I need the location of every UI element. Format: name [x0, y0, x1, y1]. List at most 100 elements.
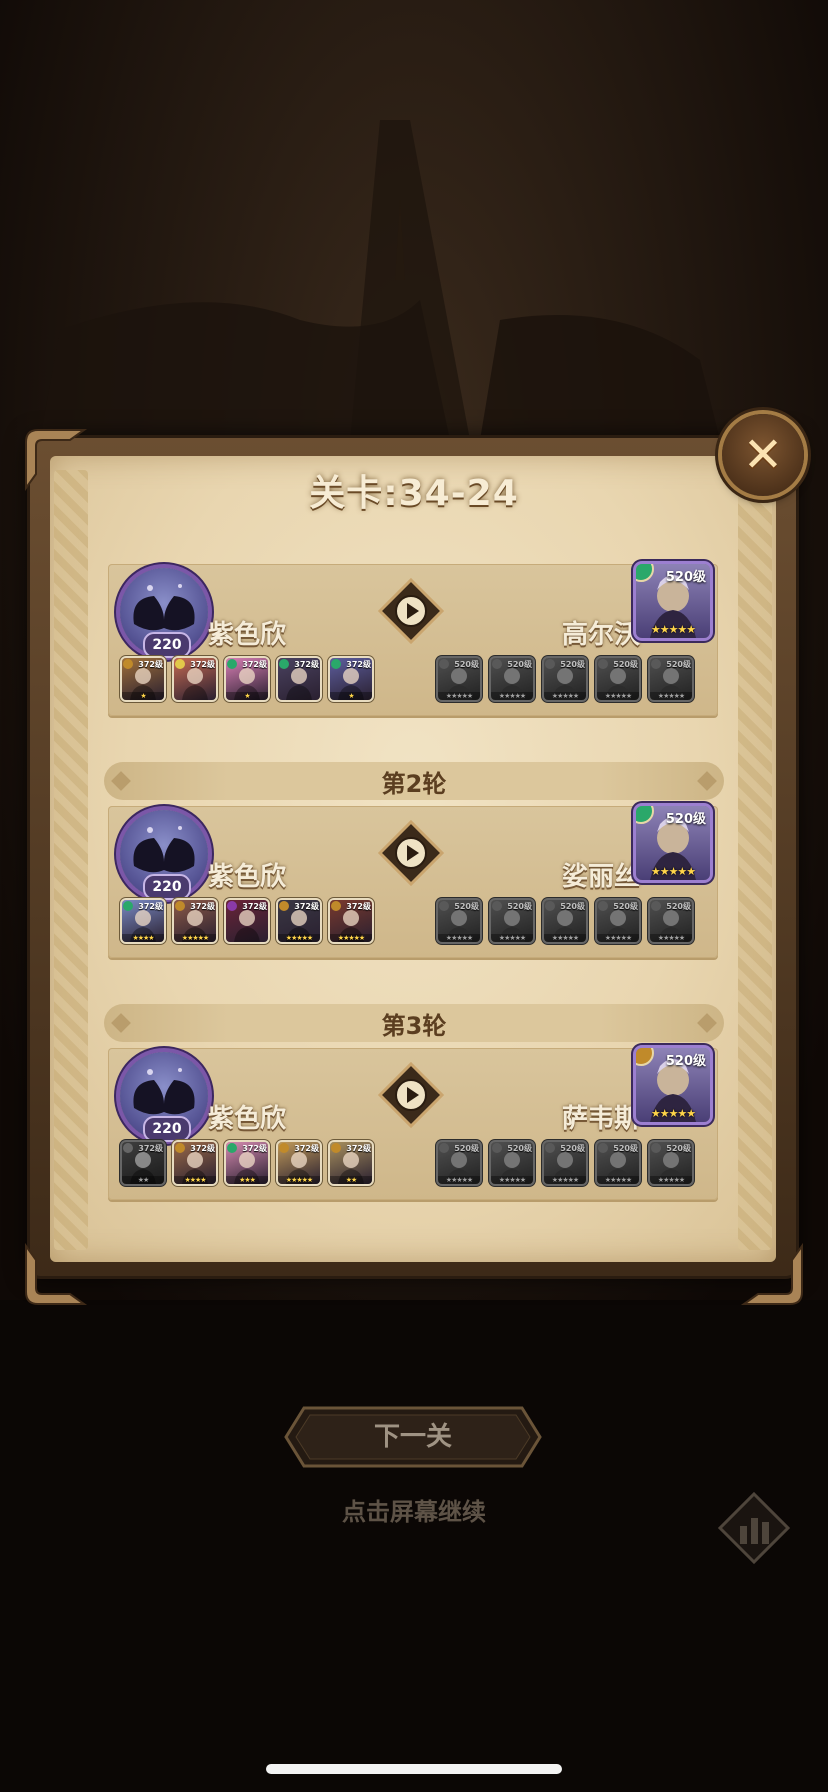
enemy-hero-slot[interactable]: 520级 ★★★★★	[597, 1142, 639, 1184]
hero-stars: ★★★★★	[174, 934, 216, 942]
battle-result-screen[interactable]: 关卡:34-24 ✕ 220 紫色欣 高尔沃 520级 ★★★★★ 372级 ★ 372级 37…	[0, 0, 828, 1792]
hero-faction-icon	[331, 659, 341, 669]
hero-level: 520级	[560, 902, 585, 911]
enemy-hero-slot[interactable]: 520级 ★★★★★	[438, 658, 480, 700]
enemy-level: 520级	[665, 1054, 706, 1069]
hero-faction-icon	[123, 659, 133, 669]
hero-stars: ★★★★★	[650, 692, 692, 700]
player-hero-slot[interactable]: 372级	[226, 900, 268, 942]
hero-stars: ★★★★	[122, 934, 164, 942]
hero-faction-icon	[175, 901, 185, 911]
enemy-portrait[interactable]: 520级 ★★★★★	[636, 564, 710, 638]
hero-stars: ★★	[330, 1176, 372, 1184]
enemy-hero-slot[interactable]: 520级 ★★★★★	[650, 658, 692, 700]
player-hero-slot[interactable]: 372级 ★	[226, 658, 268, 700]
round-label: 第2轮	[381, 769, 447, 798]
hero-faction-icon	[598, 1143, 608, 1153]
hero-level: 372级	[190, 902, 215, 911]
hero-faction-icon	[227, 1143, 237, 1153]
enemy-stars: ★★★★★	[650, 865, 696, 878]
enemy-hero-slot[interactable]: 520级 ★★★★★	[544, 658, 586, 700]
replay-button[interactable]	[377, 1061, 445, 1129]
hero-faction-icon	[331, 901, 341, 911]
enemy-hero-slot[interactable]: 520级 ★★★★★	[491, 900, 533, 942]
close-icon: ✕	[742, 427, 784, 483]
panel-ornament-left	[54, 470, 88, 1250]
player-hero-slot[interactable]: 372级 ★★★★★	[174, 900, 216, 942]
player-hero-slot[interactable]: 372级	[278, 658, 320, 700]
battle-stats-button[interactable]	[716, 1490, 792, 1566]
enemy-hero-slot[interactable]: 520级 ★★★★★	[491, 658, 533, 700]
stage-title: 关卡:34-24	[309, 473, 519, 514]
player-hero-slot[interactable]: 372级 ★★★★★	[278, 900, 320, 942]
enemy-hero-slot[interactable]: 520级 ★★★★★	[491, 1142, 533, 1184]
hero-level: 520级	[666, 1144, 691, 1153]
hero-level: 520级	[666, 902, 691, 911]
player-hero-slot[interactable]: 372级 ★★	[330, 1142, 372, 1184]
hero-stars: ★★★★★	[597, 692, 639, 700]
hero-stars: ★★★★★	[597, 1176, 639, 1184]
hero-level: 372级	[138, 1144, 163, 1153]
ornament-gem	[697, 1013, 717, 1033]
replay-button[interactable]	[377, 819, 445, 887]
hero-faction-icon	[651, 901, 661, 911]
player-hero-slot[interactable]: 372级 ★	[122, 658, 164, 700]
hero-level: 372级	[138, 902, 163, 911]
player-hero-slot[interactable]: 372级 ★★★★	[174, 1142, 216, 1184]
next-stage-label: 下一关	[373, 1422, 452, 1452]
hero-stars: ★★★★★	[278, 1176, 320, 1184]
hero-level: 520级	[454, 1144, 479, 1153]
player-hero-slot[interactable]: 372级	[174, 658, 216, 700]
hero-level: 372级	[190, 660, 215, 669]
hero-level: 372级	[190, 1144, 215, 1153]
home-indicator	[266, 1764, 562, 1774]
replay-button[interactable]	[377, 577, 445, 645]
player-hero-slot[interactable]: 372级 ★★★	[226, 1142, 268, 1184]
enemy-hero-slot[interactable]: 520级 ★★★★★	[597, 900, 639, 942]
hero-faction-icon	[227, 901, 237, 911]
hero-faction-icon	[545, 1143, 555, 1153]
close-button[interactable]: ✕	[722, 414, 804, 496]
hero-stars: ★	[122, 692, 164, 700]
hero-level: 520级	[507, 660, 532, 669]
next-stage-button[interactable]: 下一关	[284, 1406, 542, 1468]
hero-level: 372级	[346, 660, 371, 669]
player-hero-slot[interactable]: 372级 ★	[330, 658, 372, 700]
player-hero-slot[interactable]: 372级 ★★★★	[122, 900, 164, 942]
hero-faction-icon	[175, 1143, 185, 1153]
enemy-hero-slot[interactable]: 520级 ★★★★★	[544, 900, 586, 942]
hero-stars: ★★★★★	[544, 934, 586, 942]
hero-stars: ★★★★★	[330, 934, 372, 942]
hero-level: 372级	[294, 1144, 319, 1153]
hero-faction-icon	[175, 659, 185, 669]
hero-stars: ★★★★★	[544, 1176, 586, 1184]
enemy-hero-slot[interactable]: 520级 ★★★★★	[650, 900, 692, 942]
enemy-name: 萨韦斯	[561, 1104, 640, 1134]
corner-ornament-bottom-right	[738, 1240, 808, 1310]
player-hero-slot[interactable]: 372级 ★★★★★	[330, 900, 372, 942]
hero-level: 520级	[507, 902, 532, 911]
hero-level: 372级	[294, 660, 319, 669]
hero-faction-icon	[492, 1143, 502, 1153]
round-row: 220 紫色欣 高尔沃 520级 ★★★★★ 372级 ★ 372级 372级 ★ 372级 372级…	[108, 564, 718, 716]
round-row: 220 紫色欣 娑丽丝 520级 ★★★★★ 372级 ★★★★ 372级 ★★★★★ 372级 3…	[108, 806, 718, 958]
enemy-stars: ★★★★★	[650, 1107, 696, 1120]
hero-level: 372级	[346, 902, 371, 911]
enemy-portrait[interactable]: 520级 ★★★★★	[636, 806, 710, 880]
hero-faction-icon	[598, 901, 608, 911]
enemy-hero-slot[interactable]: 520级 ★★★★★	[650, 1142, 692, 1184]
enemy-name: 高尔沃	[561, 620, 640, 650]
hero-stars: ★★★★★	[278, 934, 320, 942]
enemy-hero-slot[interactable]: 520级 ★★★★★	[544, 1142, 586, 1184]
player-hero-slot[interactable]: 372级 ★★★★★	[278, 1142, 320, 1184]
hero-faction-icon	[492, 901, 502, 911]
enemy-hero-slot[interactable]: 520级 ★★★★★	[597, 658, 639, 700]
player-name: 紫色欣	[208, 862, 287, 892]
player-hero-slot[interactable]: 372级 ★★	[122, 1142, 164, 1184]
enemy-portrait[interactable]: 520级 ★★★★★	[636, 1048, 710, 1122]
hero-stars: ★★★★★	[650, 934, 692, 942]
hero-stars: ★★★★★	[650, 1176, 692, 1184]
enemy-hero-slot[interactable]: 520级 ★★★★★	[438, 900, 480, 942]
enemy-hero-slot[interactable]: 520级 ★★★★★	[438, 1142, 480, 1184]
hero-stars: ★★★★★	[438, 692, 480, 700]
